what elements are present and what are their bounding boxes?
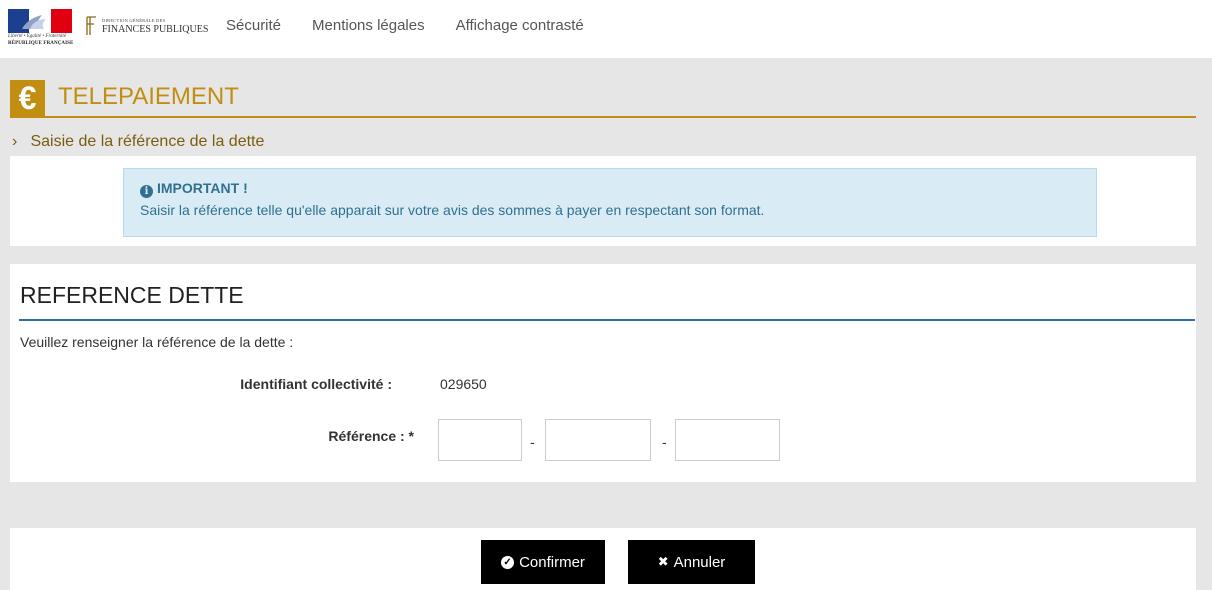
reference-input-part-1[interactable]: [438, 419, 522, 461]
important-alert: i IMPORTANT ! Saisir la référence telle q…: [123, 168, 1097, 237]
app-title: TELEPAIEMENT: [58, 83, 239, 110]
chevron-right-icon: ›: [12, 133, 18, 150]
rf-motto: Liberté • Égalité • Fraternité: [8, 34, 66, 39]
reference-separator-2: -: [662, 434, 667, 450]
rf-name: RÉPUBLIQUE FRANÇAISE: [8, 41, 74, 46]
section-divider: [19, 319, 1195, 321]
nav-link-mentions-legales[interactable]: Mentions légales: [312, 17, 425, 34]
page-body: € TELEPAIEMENT › Saisie de la référence …: [0, 58, 1212, 590]
cancel-button[interactable]: ✖ Annuler: [628, 540, 755, 584]
form-intro-text: Veuillez renseigner la référence de la d…: [20, 334, 294, 350]
breadcrumb: › Saisie de la référence de la dette: [12, 133, 264, 151]
action-bar: ✓ Confirmer ✖ Annuler: [10, 528, 1196, 590]
alert-title: i IMPORTANT !: [140, 180, 248, 198]
reference-form-panel: REFERENCE DETTE Veuillez renseigner la r…: [10, 264, 1196, 482]
reference-input-part-3[interactable]: [675, 419, 780, 461]
cancel-button-label: Annuler: [673, 553, 726, 571]
nav-link-securite[interactable]: Sécurité: [226, 17, 281, 34]
section-title: REFERENCE DETTE: [20, 282, 244, 308]
collectivite-value: 029650: [440, 376, 487, 392]
alert-message: Saisir la référence telle qu'elle appara…: [140, 202, 765, 218]
top-header: Liberté • Égalité • Fraternité RÉPUBLIQU…: [0, 0, 1212, 58]
republique-francaise-logo[interactable]: Liberté • Égalité • Fraternité RÉPUBLIQU…: [8, 9, 74, 49]
alert-title-text: IMPORTANT !: [157, 180, 248, 196]
marianne-flag-icon: [8, 9, 72, 33]
reference-label: Référence : *: [328, 428, 414, 444]
close-icon: ✖: [657, 554, 669, 569]
nav-link-affichage-contraste[interactable]: Affichage contrasté: [456, 17, 584, 34]
euro-icon: €: [10, 80, 45, 117]
dgfip-logo[interactable]: DIRECTION GÉNÉRALE DES FINANCES PUBLIQUE…: [84, 16, 214, 40]
collectivite-label: Identifiant collectivité :: [240, 376, 392, 392]
confirm-button[interactable]: ✓ Confirmer: [481, 540, 605, 584]
top-navigation: Sécurité Mentions légales Affichage cont…: [226, 17, 615, 34]
check-circle-icon: ✓: [501, 555, 515, 569]
reference-separator-1: -: [530, 434, 535, 450]
dgfip-subtitle: DIRECTION GÉNÉRALE DES: [102, 18, 166, 23]
info-circle-icon: i: [140, 185, 153, 198]
confirm-button-label: Confirmer: [519, 553, 585, 571]
dgfip-emblem-icon: [86, 16, 96, 35]
app-title-bar: € TELEPAIEMENT: [10, 80, 1196, 118]
dgfip-title: FINANCES PUBLIQUES: [102, 24, 209, 35]
alert-panel: i IMPORTANT ! Saisir la référence telle q…: [10, 156, 1196, 246]
reference-input-part-2[interactable]: [545, 419, 651, 461]
breadcrumb-current-step: Saisie de la référence de la dette: [30, 133, 265, 150]
